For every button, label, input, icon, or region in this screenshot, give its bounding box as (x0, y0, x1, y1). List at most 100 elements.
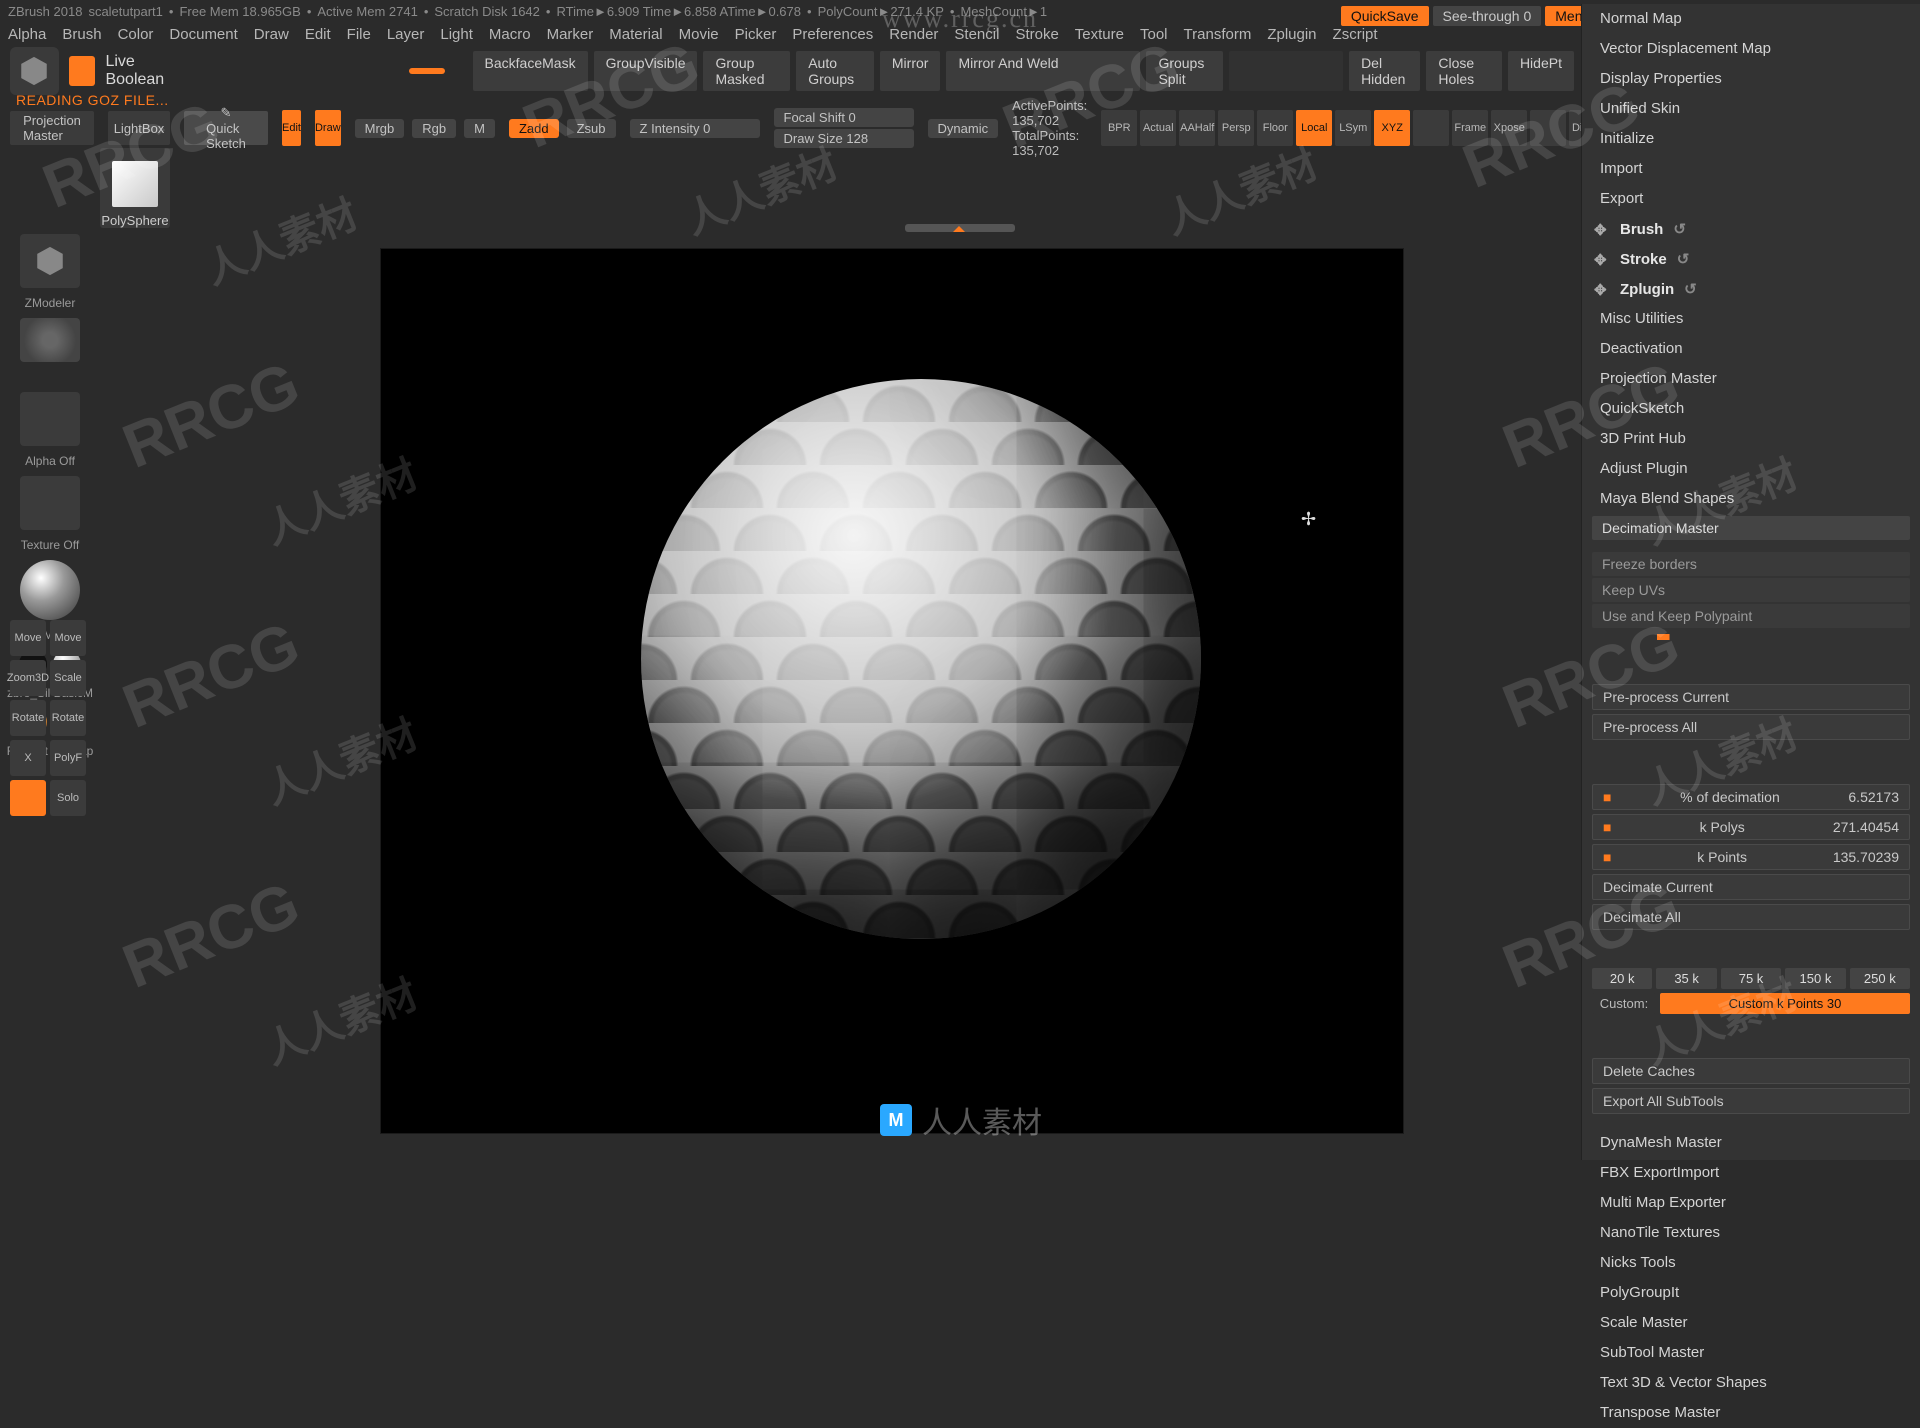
rp-deactivation[interactable]: Deactivation (1582, 334, 1920, 364)
menu-edit[interactable]: Edit (305, 26, 331, 43)
xyz-button[interactable]: XYZ (1374, 110, 1410, 146)
rp-adjust-plugin[interactable]: Adjust Plugin (1582, 454, 1920, 484)
rp-opt-keepuvs[interactable]: Keep UVs (1592, 578, 1910, 602)
local-button[interactable]: Local (1296, 110, 1332, 146)
xpose-button[interactable]: Xpose (1491, 110, 1527, 146)
rp-quicksketch[interactable]: QuickSketch (1582, 394, 1920, 424)
mrgb-toggle[interactable]: Mrgb (355, 119, 405, 138)
persp-button[interactable]: Persp (1218, 110, 1254, 146)
rp-display-props[interactable]: Display Properties (1582, 64, 1920, 94)
menu-tool[interactable]: Tool (1140, 26, 1168, 43)
viewport[interactable]: ✢ (380, 248, 1404, 1134)
aahalf-button[interactable]: AAHalf (1179, 110, 1215, 146)
rp-misc-util[interactable]: Misc Utilities (1582, 304, 1920, 334)
rp-import[interactable]: Import (1582, 154, 1920, 184)
preprocess-all-button[interactable]: Pre-process All (1592, 714, 1910, 740)
reset-icon[interactable]: ↺ (1673, 220, 1686, 238)
x-tool[interactable]: X (10, 740, 46, 776)
rotate-tool[interactable]: Rotate (50, 700, 86, 736)
move-tool[interactable]: Move (10, 620, 46, 656)
seethrough-slider[interactable]: See-through 0 (1433, 6, 1542, 26)
menu-movie[interactable]: Movie (679, 26, 719, 43)
shelf-groupmasked[interactable]: Group Masked (703, 51, 790, 91)
reset-icon[interactable]: ↺ (1684, 280, 1697, 298)
shelf-hidept[interactable]: HidePt (1508, 51, 1574, 91)
move-tool[interactable]: Move (50, 620, 86, 656)
menu-draw[interactable]: Draw (254, 26, 289, 43)
material-sphere-icon[interactable] (20, 560, 80, 620)
floor-button[interactable]: Floor (1257, 110, 1293, 146)
rp-multimap[interactable]: Multi Map Exporter (1582, 1188, 1920, 1218)
rp-head-stroke[interactable]: ✥ Stroke ↺ (1582, 244, 1920, 274)
menu-transform[interactable]: Transform (1184, 26, 1252, 43)
menu-macro[interactable]: Macro (489, 26, 531, 43)
zadd-toggle[interactable]: Zadd (509, 119, 559, 138)
quicksketch-button[interactable]: ✎ Quick Sketch (184, 111, 268, 145)
menu-zscript[interactable]: Zscript (1333, 26, 1378, 43)
rp-nanotile[interactable]: NanoTile Textures (1582, 1218, 1920, 1248)
liveboolean-toggle[interactable] (69, 56, 96, 86)
texture-swatch[interactable] (20, 476, 80, 530)
menu-preferences[interactable]: Preferences (792, 26, 873, 43)
preprocess-current-button[interactable]: Pre-process Current (1592, 684, 1910, 710)
reset-icon[interactable]: ↺ (1677, 250, 1690, 268)
rp-normal-map[interactable]: Normal Map (1582, 4, 1920, 34)
preset-20k[interactable]: 20 k (1592, 968, 1652, 989)
alpha-swatch[interactable] (20, 392, 80, 446)
solo-tool[interactable]: Solo (50, 780, 86, 816)
rp-export[interactable]: Export (1582, 184, 1920, 214)
m-toggle[interactable]: M (464, 119, 495, 138)
zmodeler-tool-icon[interactable] (20, 234, 80, 288)
shelf-backfacemask[interactable]: BackfaceMask (473, 51, 588, 91)
polyf-tool[interactable]: PolyF (50, 740, 86, 776)
zoom3d-tool[interactable]: Zoom3D (10, 660, 46, 696)
rp-unified-skin[interactable]: Unified Skin (1582, 94, 1920, 124)
dynamic-toggle[interactable]: Dynamic (928, 119, 999, 138)
menu-marker[interactable]: Marker (547, 26, 594, 43)
menu-picker[interactable]: Picker (735, 26, 777, 43)
menu-render[interactable]: Render (889, 26, 938, 43)
actual-button[interactable]: Actual (1140, 110, 1176, 146)
rp-maya-blend[interactable]: Maya Blend Shapes (1582, 484, 1920, 514)
stat-decimation[interactable]: ■ % of decimation6.52173 (1592, 784, 1910, 810)
shelf-groupssplit[interactable]: Groups Split (1146, 51, 1223, 91)
menu-zplugin[interactable]: Zplugin (1267, 26, 1316, 43)
menu-alpha[interactable]: Alpha (8, 26, 46, 43)
shelf-autogroups[interactable]: Auto Groups (796, 51, 874, 91)
shelf-closeholes[interactable]: Close Holes (1426, 51, 1502, 91)
liveboolean-hex-icon[interactable] (10, 47, 59, 95)
frame-button[interactable]: Frame (1452, 110, 1488, 146)
edit-button[interactable]: Edit (282, 110, 301, 146)
tool-thumbnail[interactable]: PolySphere (100, 148, 170, 228)
scale-tool[interactable]: Scale (50, 660, 86, 696)
menu-brush[interactable]: Brush (62, 26, 101, 43)
stat-kpolys[interactable]: ■ k Polys271.40454 (1592, 814, 1910, 840)
rp-proj-master[interactable]: Projection Master (1582, 364, 1920, 394)
delete-caches-button[interactable]: Delete Caches (1592, 1058, 1910, 1084)
menu-texture[interactable]: Texture (1075, 26, 1124, 43)
lightbox-button[interactable]: LightBox (108, 111, 170, 145)
menu-color[interactable]: Color (118, 26, 154, 43)
orange-handle-icon[interactable] (409, 68, 445, 74)
rp-fbx[interactable]: FBX ExportImport (1582, 1158, 1920, 1188)
shelf-delhidden[interactable]: Del Hidden (1349, 51, 1420, 91)
shelf-mirror[interactable]: Mirror (880, 51, 941, 91)
rp-transpose[interactable]: Transpose Master (1582, 1398, 1920, 1428)
rp-nicks[interactable]: Nicks Tools (1582, 1248, 1920, 1278)
menu-light[interactable]: Light (440, 26, 473, 43)
rp-dynamesh[interactable]: DynaMesh Master (1582, 1128, 1920, 1158)
lsym-button[interactable]: LSym (1335, 110, 1371, 146)
projection-master-button[interactable]: Projection Master (10, 111, 94, 145)
menu-file[interactable]: File (347, 26, 371, 43)
preset-250k[interactable]: 250 k (1850, 968, 1910, 989)
rp-polygroupit[interactable]: PolyGroupIt (1582, 1278, 1920, 1308)
menu-material[interactable]: Material (609, 26, 662, 43)
rp-vdm[interactable]: Vector Displacement Map (1582, 34, 1920, 64)
divider-handle[interactable] (905, 224, 1015, 232)
rp-opt-polypaint[interactable]: Use and Keep Polypaint (1592, 604, 1910, 628)
draw-size-slider[interactable]: Draw Size 128 (774, 129, 914, 148)
rp-subtoolmaster[interactable]: SubTool Master (1582, 1338, 1920, 1368)
menu-layer[interactable]: Layer (387, 26, 425, 43)
rotate-tool[interactable]: Rotate (10, 700, 46, 736)
rp-head-brush[interactable]: ✥ Brush ↺ (1582, 214, 1920, 244)
